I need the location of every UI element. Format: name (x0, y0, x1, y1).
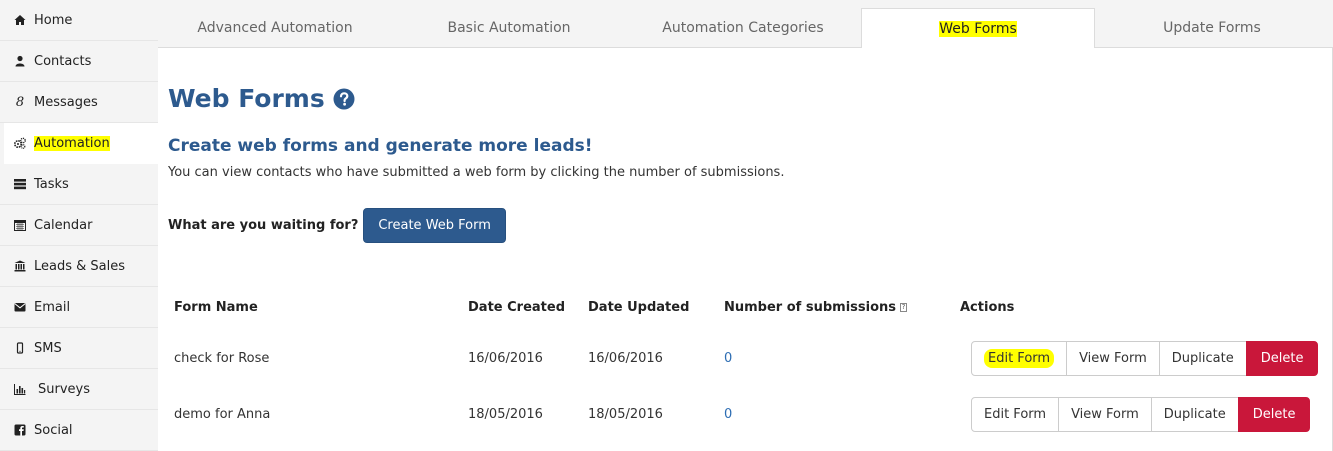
button-label: Edit Form (984, 349, 1055, 368)
header-date-created: Date Created (468, 300, 565, 315)
sidebar-item-label: Tasks (34, 176, 69, 192)
sidebar-item-tasks[interactable]: Tasks (0, 164, 158, 205)
bar-chart-icon (13, 382, 27, 396)
sidebar-item-contacts[interactable]: Contacts (0, 41, 158, 82)
row2-actions: Edit Form View Form Duplicate Delete (971, 397, 1311, 432)
tab-automation-categories[interactable]: Automation Categories (626, 8, 860, 48)
create-web-form-button[interactable]: Create Web Form (363, 208, 506, 243)
duplicate-button[interactable]: Duplicate (1158, 341, 1247, 376)
header-number-of-submissions: Number of submissions ? (724, 300, 908, 315)
sidebar-item-label: Messages (34, 94, 98, 110)
row1-actions: Edit Form View Form Duplicate Delete (971, 341, 1319, 376)
row1-date-updated: 16/06/2016 (588, 351, 663, 366)
header-date-updated: Date Updated (588, 300, 690, 315)
tab-label: Web Forms (939, 20, 1017, 37)
page-title: Web Forms (168, 84, 355, 113)
sidebar: Home Contacts 8 Messages Automation Task… (0, 0, 158, 451)
row1-submissions-link[interactable]: 0 (724, 351, 732, 366)
tab-update-forms[interactable]: Update Forms (1095, 8, 1329, 48)
tab-label: Advanced Automation (197, 20, 353, 36)
header-form-name: Form Name (174, 300, 258, 315)
tab-label: Update Forms (1163, 20, 1261, 36)
sidebar-item-label: SMS (34, 340, 62, 356)
header-label: Number of submissions (724, 300, 897, 315)
row1-form-name: check for Rose (174, 351, 270, 366)
sidebar-item-label: Leads & Sales (34, 258, 126, 274)
sidebar-item-label: Automation (34, 135, 110, 151)
tab-label: Basic Automation (447, 20, 571, 36)
question-circle-icon[interactable] (333, 88, 355, 110)
row2-date-updated: 18/05/2016 (588, 407, 663, 422)
sidebar-item-label: Email (34, 299, 71, 315)
sidebar-item-home[interactable]: Home (0, 0, 158, 41)
tab-label: Automation Categories (662, 20, 824, 36)
cta-label: What are you waiting for? (168, 218, 359, 233)
duplicate-button[interactable]: Duplicate (1150, 397, 1239, 432)
view-form-button[interactable]: View Form (1066, 341, 1160, 376)
envelope-icon (13, 300, 27, 314)
sidebar-item-automation[interactable]: Automation (4, 123, 158, 164)
calendar-icon (13, 218, 27, 232)
header-actions: Actions (960, 300, 1015, 315)
row2-date-created: 18/05/2016 (468, 407, 543, 422)
help-icon[interactable]: ? (900, 303, 908, 312)
sidebar-item-email[interactable]: Email (0, 287, 158, 328)
delete-button[interactable]: Delete (1237, 397, 1311, 432)
cta-row: What are you waiting for? Create Web For… (168, 208, 506, 243)
row2-form-name: demo for Anna (174, 407, 271, 422)
edit-form-button[interactable]: Edit Form (971, 341, 1068, 376)
main-content: Web Forms Create web forms and generate … (158, 48, 1333, 451)
tasks-icon (13, 177, 27, 191)
delete-button[interactable]: Delete (1245, 341, 1319, 376)
view-form-button[interactable]: View Form (1058, 397, 1152, 432)
tab-advanced-automation[interactable]: Advanced Automation (158, 8, 392, 48)
bank-icon (13, 259, 27, 273)
row2-submissions-link[interactable]: 0 (724, 407, 732, 422)
cogs-icon (13, 136, 27, 150)
sidebar-item-surveys[interactable]: Surveys (0, 369, 158, 410)
sidebar-item-label: Contacts (34, 53, 92, 69)
sidebar-item-messages[interactable]: 8 Messages (0, 82, 158, 123)
sidebar-item-label: Social (34, 422, 73, 438)
facebook-icon (13, 423, 27, 437)
row1-date-created: 16/06/2016 (468, 351, 543, 366)
sidebar-item-leads-sales[interactable]: Leads & Sales (0, 246, 158, 287)
subtitle: Create web forms and generate more leads… (168, 136, 593, 156)
sidebar-item-social[interactable]: Social (0, 410, 158, 451)
tab-basic-automation[interactable]: Basic Automation (392, 8, 626, 48)
messages-icon: 8 (15, 94, 25, 110)
sidebar-item-label: Home (34, 12, 73, 28)
tab-web-forms[interactable]: Web Forms (861, 8, 1095, 49)
user-icon (13, 54, 27, 68)
sidebar-item-label: Calendar (34, 217, 93, 233)
mobile-icon (13, 341, 27, 355)
edit-form-button[interactable]: Edit Form (971, 397, 1060, 432)
sidebar-item-sms[interactable]: SMS (0, 328, 158, 369)
sidebar-item-calendar[interactable]: Calendar (0, 205, 158, 246)
home-icon (13, 13, 27, 27)
tab-bar: Advanced Automation Basic Automation Aut… (158, 0, 1333, 49)
sidebar-item-label: Surveys (38, 381, 90, 397)
page-title-text: Web Forms (168, 84, 325, 113)
description: You can view contacts who have submitted… (168, 165, 785, 180)
